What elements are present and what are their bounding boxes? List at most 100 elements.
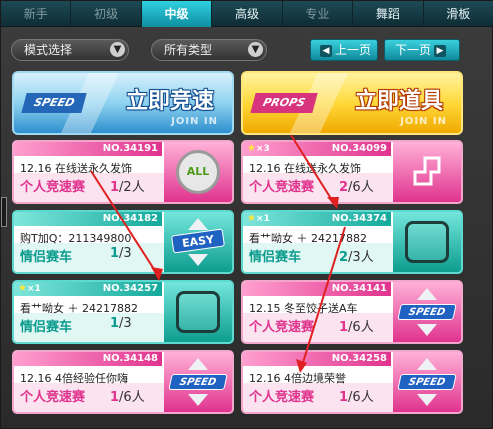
arrow-up-icon [188,218,208,230]
speed-icon: SPEED [397,374,457,390]
filter-bar: 模式选择 ▼ 所有类型 ▼ ◀ 上一页 下一页 ▶ [11,39,484,61]
room-mode: 个人竞速赛 [20,390,86,405]
room-card-header: ★×1 NO.34257 [14,282,162,296]
room-card[interactable]: NO.34191 12.16 在线送永久发饰 个人竞速赛 1/2人 ALL [12,140,234,204]
room-number: NO.34257 [102,283,158,294]
next-page-label: 下一页 [394,43,431,57]
room-mode: 个人竞速赛 [249,390,315,405]
arrow-left-icon: ◀ [319,44,332,57]
star-icon: ★×1 [18,283,41,294]
quick-props-join-button[interactable]: PROPS 立即道具 JOIN IN [241,71,463,135]
room-number: NO.34141 [331,283,387,294]
room-title: 12.16 在线送永久发饰 [249,162,361,175]
room-number: NO.34191 [102,143,158,154]
room-title: 12.16 4倍边境荣誉 [249,372,346,385]
room-list-window: 新手 初级 中级 高级 专业 舞蹈 滑板 模式选择 ▼ 所有类型 ▼ ◀ 上一页 … [0,0,493,429]
track-icon-panel: SPEED [164,352,232,412]
room-number: NO.34099 [331,143,387,154]
tab-novice[interactable]: 新手 [1,1,72,27]
prev-page-label: 上一页 [334,43,371,57]
mode-select-label: 模式选择 [24,43,73,57]
tab-dance[interactable]: 舞蹈 [353,1,424,27]
side-handle[interactable] [1,197,7,227]
room-number: NO.34258 [331,353,387,364]
quick-props-label: 立即道具 [354,89,443,114]
room-title: 12.16 4倍经验任你嗨 [20,372,128,385]
room-mode: 个人竞速赛 [249,320,315,335]
player-count: 1/3 [110,316,132,331]
tab-professional[interactable]: 专业 [283,1,354,27]
room-mode: 情侣赛车 [249,250,302,265]
square-track-icon [176,291,220,333]
type-select-label: 所有类型 [164,43,213,57]
room-card[interactable]: ★×3 NO.34099 12.16 在线送永久发饰 个人竞速赛 2/6人 [241,140,463,204]
arrow-right-icon: ▶ [434,44,446,57]
room-card-header: NO.34182 [14,212,162,226]
room-number: NO.34182 [102,213,158,224]
next-page-button[interactable]: 下一页 ▶ [384,39,460,61]
player-count: 1/6人 [110,390,145,405]
room-number: NO.34374 [331,213,387,224]
room-card[interactable]: NO.34258 12.16 4倍边境荣誉 个人竞速赛 1/6人 SPEED [241,350,463,414]
room-title: 购T加Q：211349800 [20,232,132,245]
room-card-header: NO.34148 [14,352,162,366]
room-card-header: NO.34191 [14,142,162,156]
room-card-header: NO.34258 [243,352,391,366]
easy-icon: EASY [171,228,225,254]
track-icon-panel: EASY [164,212,232,272]
room-card[interactable]: ★×1 NO.34374 看艹呦女 ＋ 24217882 情侣赛车 2/3人 [241,210,463,274]
chevron-down-icon: ▼ [248,42,263,57]
track-icon-panel [393,212,461,272]
speed-icon: SPEED [397,304,457,320]
room-card[interactable]: NO.34141 12.15 冬至饺子送A车 个人竞速赛 1/6人 SPEED [241,280,463,344]
arrow-down-icon [188,254,208,266]
room-mode: 个人竞速赛 [249,180,315,195]
track-icon-panel: SPEED [393,352,461,412]
pipe-track-icon [413,156,441,186]
player-count: 1/2人 [110,180,145,195]
tab-intermediate[interactable]: 中级 [141,1,213,27]
square-track-icon [405,221,449,263]
player-count: 1/6人 [339,390,374,405]
quick-speed-label: 立即竞速 [125,89,214,114]
type-select-dropdown[interactable]: 所有类型 ▼ [151,39,267,61]
chevron-down-icon: ▼ [110,42,125,57]
arrow-up-icon [417,288,437,300]
room-mode: 情侣赛车 [20,320,73,335]
room-card[interactable]: NO.34148 12.16 4倍经验任你嗨 个人竞速赛 1/6人 SPEED [12,350,234,414]
room-title: 看艹呦女 ＋ 24217882 [20,302,138,315]
speed-badge: SPEED [21,93,87,113]
tab-skateboard[interactable]: 滑板 [424,1,493,27]
quick-speed-join-button[interactable]: SPEED 立即竞速 JOIN IN [12,71,234,135]
track-icon-panel [393,142,461,202]
room-title: 12.15 冬至饺子送A车 [249,302,358,315]
join-in-label: JOIN IN [400,116,447,127]
prev-page-button[interactable]: ◀ 上一页 [310,39,378,61]
player-count: 2/3人 [339,250,374,265]
tab-beginner[interactable]: 初级 [71,1,142,27]
player-count: 1/6人 [339,320,374,335]
track-icon-panel [164,282,232,342]
room-card[interactable]: ★×1 NO.34257 看艹呦女 ＋ 24217882 情侣赛车 1/3 [12,280,234,344]
star-icon: ★×3 [247,143,270,154]
arrow-down-icon [188,394,208,406]
speed-icon: SPEED [168,374,228,390]
item-mode-icon: ALL [176,150,220,194]
room-card-header: NO.34141 [243,282,391,296]
arrow-down-icon [417,324,437,336]
mode-select-dropdown[interactable]: 模式选择 ▼ [11,39,129,61]
star-icon: ★×1 [247,213,270,224]
arrow-down-icon [417,394,437,406]
level-tabs: 新手 初级 中级 高级 专业 舞蹈 滑板 [1,1,493,27]
join-in-label: JOIN IN [171,116,218,127]
tab-advanced[interactable]: 高级 [212,1,283,27]
room-mode: 情侣赛车 [20,250,73,265]
arrow-up-icon [417,358,437,370]
room-card[interactable]: NO.34182 购T加Q：211349800 情侣赛车 1/3 EASY [12,210,234,274]
track-icon-panel: ALL [164,142,232,202]
props-badge: PROPS [250,93,318,113]
room-mode: 个人竞速赛 [20,180,86,195]
player-count: 1/3 [110,246,132,261]
room-title: 看艹呦女 ＋ 24217882 [249,232,367,245]
track-icon-panel: SPEED [393,282,461,342]
